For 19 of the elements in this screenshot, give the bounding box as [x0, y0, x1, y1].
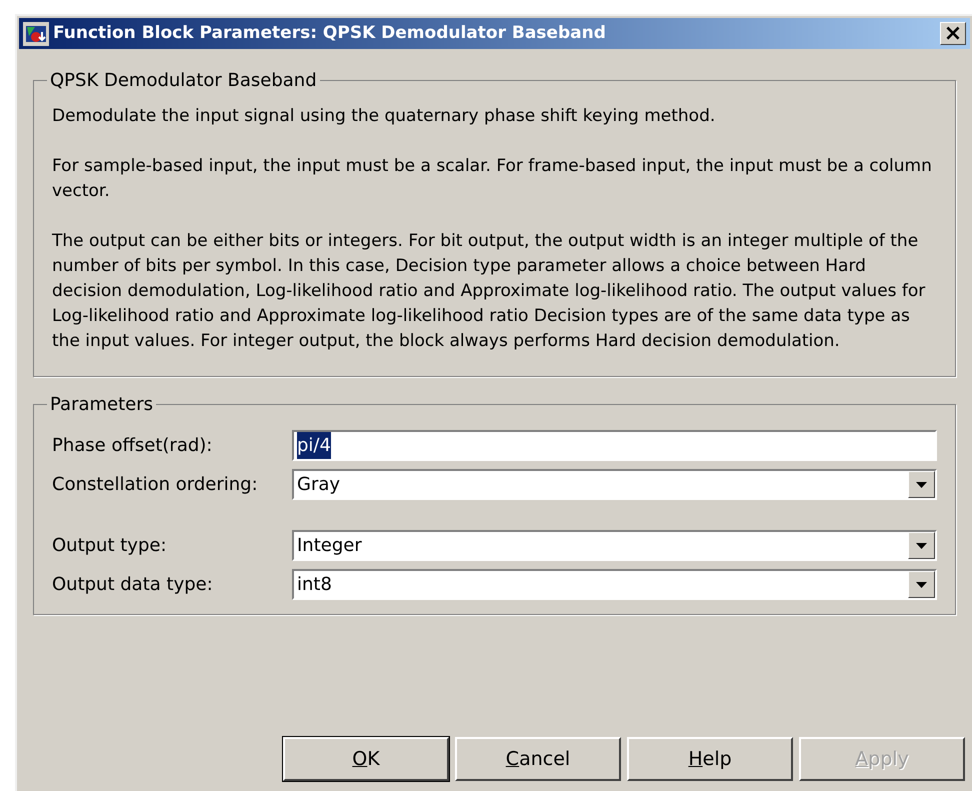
dialog-button[interactable]: Help [627, 737, 793, 781]
input-field[interactable]: pi/4 [292, 430, 937, 461]
field-label: Phase offset(rad): [52, 434, 214, 458]
dialog-button[interactable]: OK [283, 737, 449, 781]
field-label: Output data type: [52, 573, 214, 597]
group-title: Parameters [49, 393, 154, 417]
app-icon [23, 22, 49, 46]
dialog-button[interactable]: Cancel [455, 737, 621, 781]
dropdown[interactable]: Integer [292, 530, 937, 561]
description-paragraph: The output can be either bits or integers. For bit output, the output width is an integer multiple of the number of bits per symbol. In this case, Decision type parameter allows a choice between Hard decision demodulation, Log-likelihood ratio and Approximate log-likelihood ratio. The output values for Log-likelihood ratio and Approximate log-likelihood ratio Decision types are of the same data type as the input values. For integer output, the block always performs Hard decision demodulation. [52, 230, 926, 353]
field-label: Constellation ordering: [52, 473, 259, 497]
description-paragraph: Demodulate the input signal using the quaternary phase shift keying method. [52, 105, 716, 128]
field-label: Output type: [52, 534, 168, 558]
close-button[interactable]: × [940, 22, 966, 45]
group-title: QPSK Demodulator Baseband [49, 69, 318, 93]
dropdown[interactable]: Gray [292, 469, 937, 500]
description-paragraph: For sample-based input, the input must be a scalar. For frame-based input, the input must be a column vector. [52, 155, 933, 203]
window-title: Function Block Parameters: QPSK Demodulator Baseband [53, 22, 606, 45]
dropdown[interactable]: int8 [292, 569, 937, 600]
